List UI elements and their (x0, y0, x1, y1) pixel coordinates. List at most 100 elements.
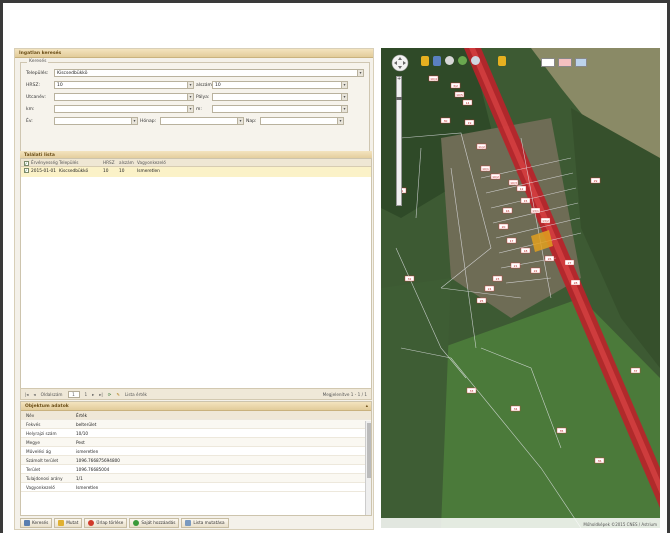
show-list-button-label: Lista mutatása (193, 520, 225, 525)
chevron-down-icon[interactable]: ▾ (341, 82, 347, 88)
globe-icon[interactable] (458, 56, 467, 65)
layer-map-icon[interactable] (541, 58, 555, 67)
attribute-row[interactable]: Vagyonkezelő Ismeretlen (21, 483, 371, 492)
zoom-box-icon[interactable] (445, 56, 454, 65)
left-panel: Ingatlan keresés Keresés Település: Kisc… (14, 48, 374, 530)
attributes-scrollbar[interactable] (365, 421, 371, 515)
chevron-down-icon[interactable]: ▾ (187, 106, 193, 112)
chevron-down-icon[interactable]: ▾ (131, 118, 137, 124)
parcel-label-text: 27 (568, 261, 572, 265)
chevron-down-icon[interactable]: ▾ (341, 94, 347, 100)
magnifier-icon[interactable] (471, 56, 480, 65)
attribute-row[interactable]: Művelési ág ismeretlen (21, 447, 371, 456)
zoom-slider[interactable]: + (396, 76, 402, 206)
parcel-label-text: 15 (524, 199, 528, 203)
alszam-input[interactable]: 10 ▾ (212, 81, 348, 89)
chevron-down-icon[interactable]: ▾ (187, 94, 193, 100)
parcel-label-text: 10/4 (430, 77, 437, 81)
identify-icon[interactable] (433, 56, 441, 66)
map-view[interactable]: 10/4 3/2 10/5 14 19 11/2 10/1 10/2 10/3 12 15 13/1 1… (381, 48, 660, 528)
col-value[interactable]: Érték (76, 411, 371, 419)
hrsz-input[interactable]: 10 ▾ (54, 81, 194, 89)
col-hrsz[interactable]: HRSZ (103, 159, 119, 166)
parcel-label-text: 14 (466, 101, 470, 105)
select-all-checkbox[interactable]: ✓ (21, 159, 31, 166)
parcel-label-text: 32 (408, 277, 412, 281)
cell-hrsz: 10 (103, 169, 109, 174)
refresh-icon[interactable]: ⟳ (108, 392, 112, 397)
chevron-down-icon[interactable]: ▾ (237, 118, 243, 124)
zoom-handle[interactable] (396, 97, 402, 100)
prev-page-icon[interactable]: ◂ (34, 392, 36, 397)
hand-icon[interactable] (421, 56, 429, 66)
parcel-label-text: 36 (598, 459, 602, 463)
row-checkbox[interactable]: ✓ (21, 167, 31, 177)
scroll-thumb[interactable] (367, 423, 371, 478)
honap-input[interactable]: ▾ (160, 117, 244, 125)
attribute-value: ismeretlen (76, 449, 99, 454)
parcel-label-text: 11/2 (478, 145, 485, 149)
parcel-label-text: 10/5 (456, 93, 463, 97)
telepules-select[interactable]: Kiscsedbükkö ▾ (54, 69, 364, 77)
palya-label: Pálya: (196, 94, 210, 100)
palya-input[interactable]: ▾ (212, 93, 348, 101)
row-utca: Utcanév: ▾ Pálya: ▾ (26, 93, 348, 101)
chevron-down-icon[interactable]: ▾ (337, 118, 343, 124)
add-own-button[interactable]: Saját hozzáadás (129, 518, 180, 528)
clear-form-button[interactable]: Űrlap törlése (84, 518, 128, 528)
chevron-down-icon[interactable]: ▾ (341, 106, 347, 112)
col-alszam[interactable]: alszám (119, 159, 137, 166)
col-date[interactable]: Érvényesség (31, 159, 59, 166)
attribute-name: Fekvés (26, 422, 41, 427)
show-button[interactable]: Mutat (54, 518, 83, 528)
next-page-icon[interactable]: ▸ (92, 392, 94, 397)
attribute-row[interactable]: Fekvés belterület (21, 420, 371, 429)
chevron-down-icon[interactable]: ▾ (187, 82, 193, 88)
col-name[interactable]: Név (21, 411, 76, 419)
parcel-label-text: 33 (470, 389, 474, 393)
attribute-row[interactable]: Tulajdonosi arány 1/1 (21, 474, 371, 483)
attributes-title: Objektum adatok (25, 404, 69, 409)
parcel-label-text: 10/3 (510, 181, 517, 185)
pan-control[interactable] (391, 54, 409, 74)
km-input[interactable]: ▾ (54, 105, 194, 113)
col-manager[interactable]: Vagyonkezelő (137, 159, 185, 166)
search-panel-header: Ingatlan keresés (15, 49, 373, 58)
nap-input[interactable]: ▾ (260, 117, 344, 125)
export-icon[interactable]: ✎ (116, 392, 120, 397)
alszam-label: alszám: (196, 82, 214, 88)
parcel-label-text: 35 (560, 429, 564, 433)
attributes-rows: Fekvés belterület Helyrajzi szám 10/10 Megye… (21, 420, 371, 492)
zoom-in-icon[interactable]: + (397, 77, 401, 82)
satellite-map[interactable]: 10/4 3/2 10/514 19 11/2 10/110/2 10/312 15 13/1 1… (381, 48, 660, 528)
parcel-label-text: 19 (468, 121, 472, 125)
attribute-row[interactable]: Megye Pest (21, 438, 371, 447)
col-town[interactable]: Település (59, 159, 103, 166)
parcel-label-text: 37 (634, 369, 638, 373)
m-input[interactable]: ▾ (212, 105, 348, 113)
collapse-icon[interactable]: ▴ (366, 402, 371, 410)
layer-parcel-icon[interactable] (558, 58, 572, 67)
attribute-row[interactable]: Helyrajzi szám 10/10 (21, 429, 371, 438)
utca-input[interactable]: ▾ (54, 93, 194, 101)
ev-input[interactable]: ▾ (54, 117, 138, 125)
attribute-name: Tulajdonosi arány (26, 476, 63, 481)
ev-label: Év: (26, 118, 33, 124)
chevron-down-icon[interactable]: ▾ (357, 70, 363, 76)
export-label[interactable]: Lista érték (125, 392, 147, 397)
page-input[interactable]: 1 (67, 390, 80, 398)
search-button[interactable]: Keresés (20, 518, 53, 528)
search-button-label: Keresés (32, 520, 49, 525)
attribute-name: Megye (26, 440, 40, 445)
hand-icon (58, 520, 65, 526)
first-page-icon[interactable]: |◂ (25, 392, 29, 397)
show-button-label: Mutat (66, 520, 79, 525)
show-list-button[interactable]: Lista mutatása (181, 518, 229, 528)
attribute-value: 1/1 (76, 476, 83, 481)
layer-satellite-icon[interactable] (575, 58, 587, 67)
last-page-icon[interactable]: ▸| (99, 392, 103, 397)
street-view-icon[interactable] (498, 56, 506, 66)
attribute-row[interactable]: Számolt terület 1096.766875694800 (21, 456, 371, 465)
attribute-row[interactable]: Terület 1096.76685004 (21, 465, 371, 474)
table-row[interactable]: ✓ 2015-01-01 Kiscsedbükkö 10 10 Ismeretl… (21, 167, 371, 177)
